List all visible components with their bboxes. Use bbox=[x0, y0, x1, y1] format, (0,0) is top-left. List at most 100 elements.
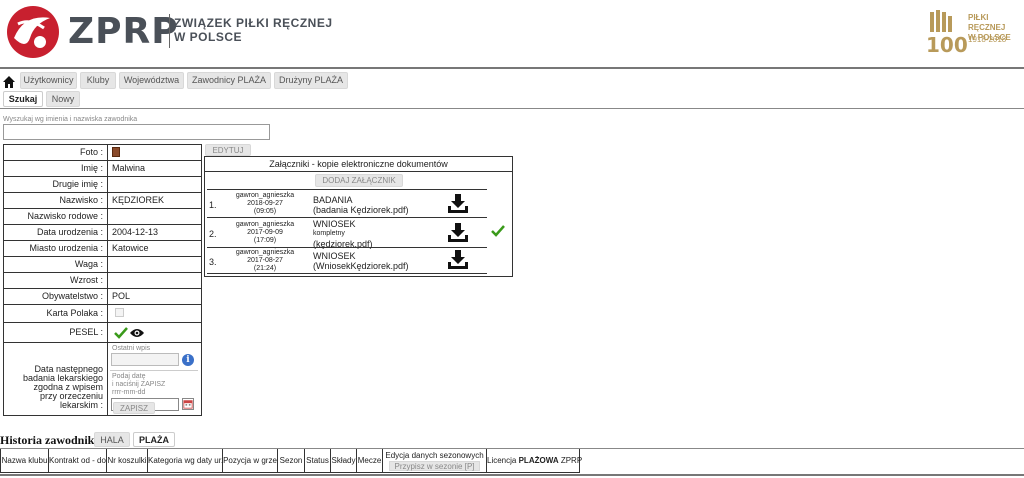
history-title: Historia zawodnika bbox=[0, 433, 101, 447]
attachments-panel: Załączniki - kopie elektroniczne dokumen… bbox=[204, 156, 513, 277]
label-nazwisko: Nazwisko : bbox=[4, 193, 108, 208]
attachment-divider bbox=[207, 247, 487, 248]
attachment-time: (09:05) bbox=[253, 208, 277, 215]
licence-prefix: Licencja bbox=[487, 456, 517, 465]
attachment-number: 2. bbox=[209, 229, 217, 239]
row-pesel: PESEL : bbox=[4, 323, 201, 343]
row-wzrost: Wzrost : bbox=[4, 273, 201, 289]
attachment-type-name: WNIOSEK bbox=[313, 219, 356, 229]
col-kontrakt[interactable]: Kontrakt od - do bbox=[49, 449, 107, 472]
licence-bold: PLAŻOWA bbox=[518, 456, 559, 465]
attachment-type-name: BADANIA bbox=[313, 195, 353, 205]
menu-uzytkownicy[interactable]: Użytkownicy bbox=[20, 72, 77, 89]
tab-plaza[interactable]: PLAŻA bbox=[133, 432, 175, 447]
footer-divider bbox=[0, 474, 1024, 476]
calendar-icon[interactable] bbox=[182, 398, 194, 410]
label-karta-polaka: Karta Polaka : bbox=[4, 305, 108, 322]
col-nazwa-klubu[interactable]: Nazwa klubu bbox=[1, 449, 49, 472]
tab-nowy[interactable]: Nowy bbox=[46, 91, 80, 107]
attachment-date: 2017-08-27 bbox=[247, 257, 283, 264]
attachment-row: 1. gawron_agnieszka 2018-09-27 (09:05) B… bbox=[205, 191, 487, 217]
medical-label-line-4: przy orzeczeniu lekarskim : bbox=[39, 391, 103, 410]
label-nazwisko-rodowe: Nazwisko rodowe : bbox=[4, 209, 108, 224]
label-obywatelstwo: Obywatelstwo : bbox=[4, 289, 108, 304]
zprp-logo-icon[interactable] bbox=[4, 4, 62, 60]
col-status[interactable]: Status bbox=[305, 449, 331, 472]
col-sezon[interactable]: Sezon bbox=[278, 449, 305, 472]
row-data-urodzenia: Data urodzenia : 2004-12-13 bbox=[4, 225, 201, 241]
pesel-check-icon bbox=[114, 327, 128, 339]
attachment-row: 2. gawron_agnieszka 2017-09-09 (17:09) W… bbox=[205, 219, 487, 249]
eye-icon[interactable] bbox=[130, 328, 144, 338]
anniversary-years: 1918-2018 bbox=[968, 35, 1007, 44]
attachment-meta: gawron_agnieszka 2017-08-27 (21:24) bbox=[233, 249, 297, 273]
col-pozycja[interactable]: Pozycja w grze bbox=[223, 449, 278, 472]
info-icon[interactable]: i bbox=[182, 354, 194, 366]
tab-szukaj[interactable]: Szukaj bbox=[3, 91, 43, 107]
home-icon[interactable] bbox=[3, 76, 15, 88]
value-obywatelstwo: POL bbox=[112, 291, 131, 301]
row-karta-polaka: Karta Polaka : bbox=[4, 305, 201, 323]
logo-wordmark: ZPRP bbox=[68, 11, 179, 52]
menu-zawodnicy-plaza[interactable]: Zawodnicy PLAŻA bbox=[187, 72, 271, 89]
medical-hint: Podaj datę i naciśnij ZAPISZ rrrr-mm-dd bbox=[112, 373, 165, 397]
col-mecze[interactable]: Mecze bbox=[357, 449, 383, 472]
org-line-1: ZWIĄZEK PIŁKI RĘCZNEJ bbox=[174, 16, 333, 30]
download-icon[interactable] bbox=[447, 223, 469, 243]
row-drugie-imie: Drugie imię : bbox=[4, 177, 201, 193]
edytuj-button[interactable]: EDYTUJ bbox=[205, 144, 251, 156]
menu-wojewodztwa[interactable]: Województwa bbox=[119, 72, 184, 89]
row-imie: Imię : Malwina bbox=[4, 161, 201, 177]
tab-hala[interactable]: HALA bbox=[94, 432, 130, 447]
row-miasto-urodzenia: Miasto urodzenia : Katowice bbox=[4, 241, 201, 257]
attachment-meta: gawron_agnieszka 2018-09-27 (09:05) bbox=[233, 192, 297, 216]
logo-org-name: ZWIĄZEK PIŁKI RĘCZNEJ W POLSCE bbox=[174, 16, 333, 44]
attachment-date: 2017-09-09 bbox=[247, 229, 283, 236]
attachment-type: BADANIA (badania Kędziorek.pdf) bbox=[313, 195, 409, 215]
przypisz-w-sezonie-button[interactable]: Przypisz w sezonie [P] bbox=[389, 461, 480, 471]
col-sklady[interactable]: Składy bbox=[331, 449, 357, 472]
label-data-urodzenia: Data urodzenia : bbox=[4, 225, 108, 240]
zapisz-button[interactable]: ZAPISZ bbox=[113, 402, 156, 414]
attachment-filename[interactable]: (badania Kędziorek.pdf) bbox=[313, 205, 409, 215]
anniv-line-1: PIŁKI RĘCZNEJ bbox=[968, 13, 1006, 32]
header-divider bbox=[0, 67, 1024, 69]
attachment-type-name: WNIOSEK bbox=[313, 251, 356, 261]
search-label: Wyszukaj wg imienia i nazwiska zawodnika bbox=[3, 116, 138, 123]
karta-polaka-checkbox[interactable] bbox=[115, 308, 124, 317]
col-kategoria[interactable]: Kategoria wg daty ur. bbox=[148, 449, 223, 472]
player-photo-thumbnail[interactable] bbox=[112, 147, 120, 157]
row-medical: Data następnego badania lekarskiego zgod… bbox=[4, 343, 201, 415]
row-foto: Foto : bbox=[4, 145, 201, 161]
attachments-title: Załączniki - kopie elektroniczne dokumen… bbox=[269, 159, 448, 169]
value-imie: Malwina bbox=[112, 163, 146, 173]
attachment-user: gawron_agnieszka bbox=[235, 221, 295, 228]
col-nr-koszulki[interactable]: Nr koszulki bbox=[107, 449, 148, 472]
col-licencja: Licencja PLAŻOWA ZPRP bbox=[487, 449, 582, 472]
svg-text:100: 100 bbox=[926, 33, 968, 57]
history-table: Nazwa klubu Kontrakt od - do Nr koszulki… bbox=[0, 449, 582, 473]
download-icon[interactable] bbox=[447, 194, 469, 214]
menu-druzyny-plaza[interactable]: Drużyny PLAŻA bbox=[274, 72, 348, 89]
search-input[interactable] bbox=[3, 124, 270, 140]
medical-separator bbox=[110, 370, 198, 371]
label-medical: Data następnego badania lekarskiego zgod… bbox=[4, 343, 108, 415]
label-waga: Waga : bbox=[4, 257, 108, 272]
attachment-user: gawron_agnieszka bbox=[235, 192, 295, 199]
attachment-type: WNIOSEK (WniosekKędziorek.pdf) bbox=[313, 251, 409, 271]
value-data-urodzenia: 2004-12-13 bbox=[112, 227, 159, 237]
medical-hint-line-2: i naciśnij ZAPISZ bbox=[112, 381, 166, 388]
org-line-2: W POLSCE bbox=[174, 30, 243, 44]
download-icon[interactable] bbox=[447, 250, 469, 270]
attachment-user: gawron_agnieszka bbox=[235, 249, 295, 256]
menu-kluby[interactable]: Kluby bbox=[80, 72, 116, 89]
last-entry-field bbox=[111, 353, 179, 366]
row-nazwisko-rodowe: Nazwisko rodowe : bbox=[4, 209, 201, 225]
value-nazwisko: KĘDZIOREK bbox=[112, 195, 165, 205]
label-drugie-imie: Drugie imię : bbox=[4, 177, 108, 192]
attachment-filename[interactable]: (WniosekKędziorek.pdf) bbox=[313, 261, 409, 271]
col-edycja-sezonowa: Edycja danych sezonowych Przypisz w sezo… bbox=[383, 449, 487, 472]
medical-date-format: rrrr-mm-dd bbox=[112, 389, 146, 396]
dodaj-zalacznik-button[interactable]: DODAJ ZAŁĄCZNIK bbox=[315, 174, 403, 187]
row-obywatelstwo: Obywatelstwo : POL bbox=[4, 289, 201, 305]
